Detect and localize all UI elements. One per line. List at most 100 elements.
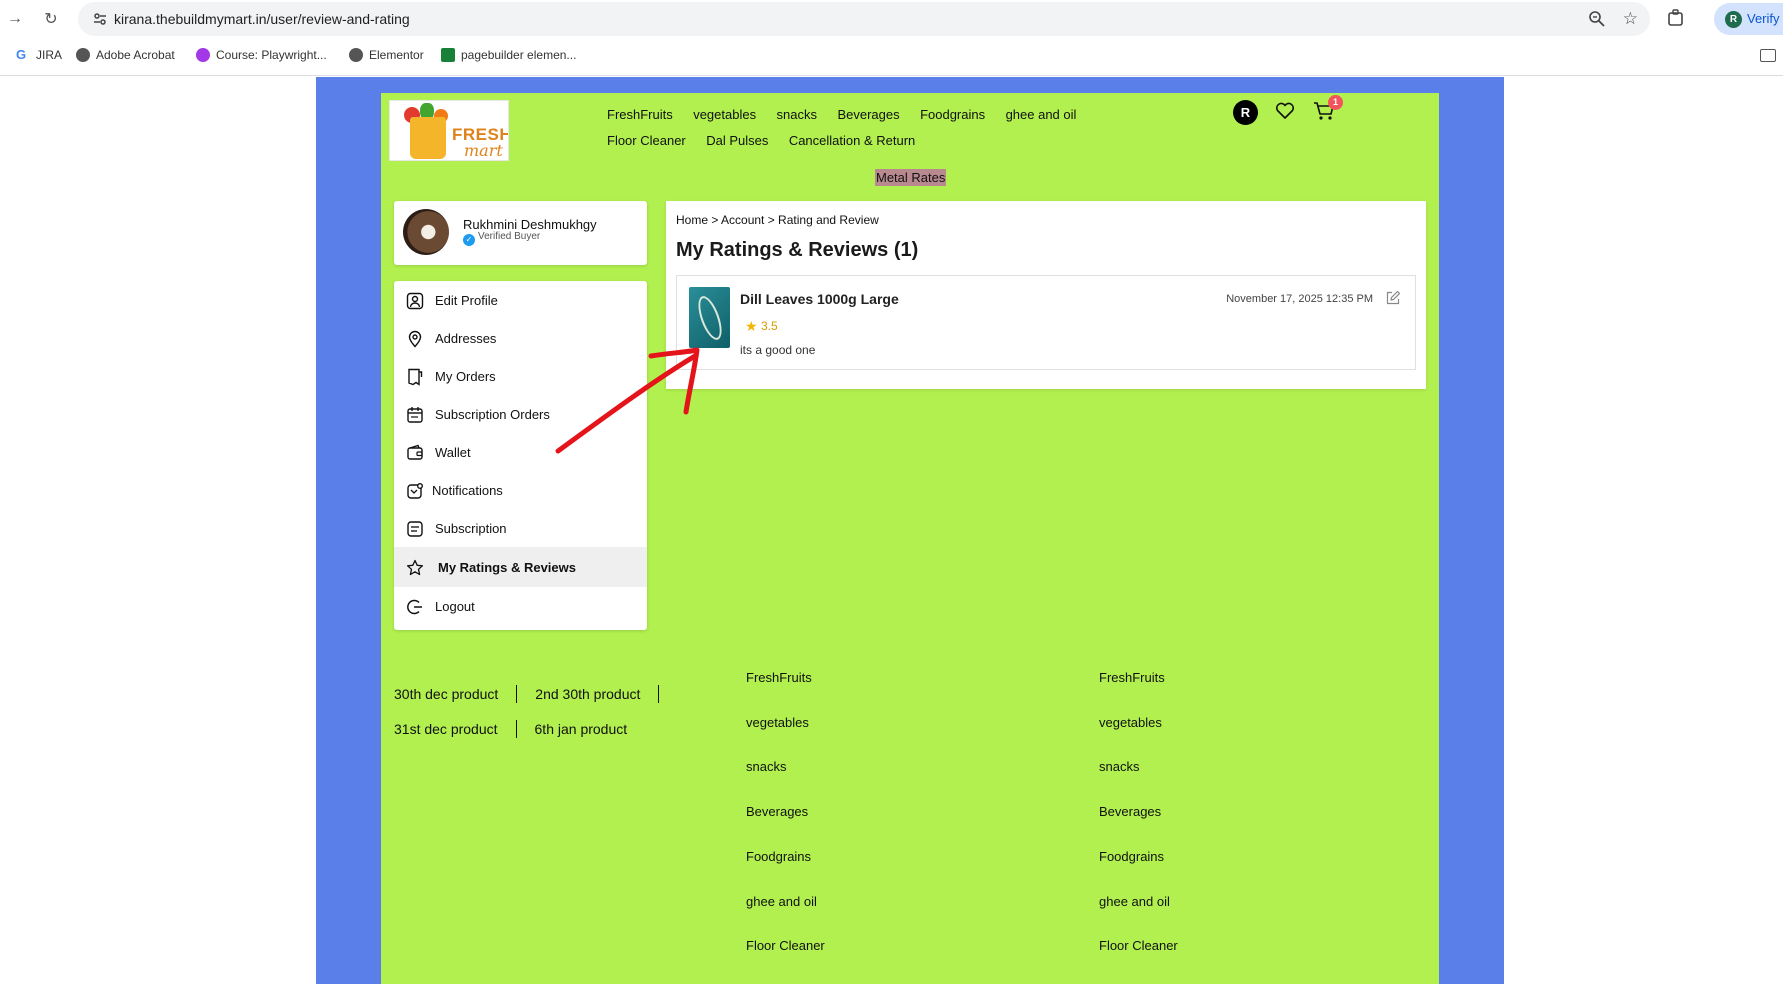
profile-card: Rukhmini Deshmukhgy ✓ Verified Buyer bbox=[394, 201, 647, 265]
nav-foodgrains[interactable]: Foodgrains bbox=[920, 102, 985, 128]
calendar-icon bbox=[407, 407, 423, 423]
footer-link-foodgrains[interactable]: Foodgrains bbox=[746, 849, 811, 864]
footer-link-beverages[interactable]: Beverages bbox=[746, 804, 808, 819]
google-icon: G bbox=[16, 47, 27, 62]
shopping-bag-icon bbox=[410, 117, 446, 159]
edit-review-icon[interactable] bbox=[1385, 290, 1401, 306]
orders-icon bbox=[408, 368, 423, 386]
zoom-icon[interactable] bbox=[1588, 10, 1606, 28]
course-icon bbox=[196, 48, 210, 62]
metal-rates-link[interactable]: Metal Rates bbox=[875, 169, 947, 186]
menu-item-notifications[interactable]: Notifications bbox=[394, 471, 647, 509]
verified-check-icon: ✓ bbox=[463, 234, 475, 246]
menu-item-subscription[interactable]: Subscription bbox=[394, 509, 647, 547]
menu-item-addresses[interactable]: Addresses bbox=[394, 319, 647, 357]
footer-quick-link[interactable]: 6th jan product bbox=[535, 721, 628, 737]
footer-link-floor-cleaner[interactable]: Floor Cleaner bbox=[746, 938, 825, 953]
menu-item-my-orders[interactable]: My Orders bbox=[394, 357, 647, 395]
footer-link-vegetables[interactable]: vegetables bbox=[1099, 715, 1162, 730]
ratings-content-panel: Home > Account > Rating and Review My Ra… bbox=[666, 201, 1426, 389]
nav-freshfruits[interactable]: FreshFruits bbox=[607, 102, 673, 128]
bookmark-jira[interactable]: G JIRA bbox=[16, 47, 62, 63]
globe-icon bbox=[349, 48, 363, 62]
other-bookmarks-folder-icon[interactable] bbox=[1760, 49, 1776, 62]
footer-quick-links-row-2: 31st dec product 6th jan product bbox=[394, 720, 627, 738]
menu-item-subscription-orders[interactable]: Subscription Orders bbox=[394, 395, 647, 433]
footer-divider bbox=[515, 720, 517, 738]
user-icon bbox=[406, 292, 424, 310]
bookmark-pagebuilder[interactable]: pagebuilder elemen... bbox=[441, 48, 576, 62]
review-item: Dill Leaves 1000g Large ★ 3.5 its a good… bbox=[676, 275, 1416, 370]
bookmark-adobe-acrobat[interactable]: Adobe Acrobat bbox=[76, 48, 175, 62]
site-settings-icon[interactable] bbox=[92, 11, 108, 27]
wallet-icon bbox=[407, 444, 423, 460]
footer-link-ghee-and-oil[interactable]: ghee and oil bbox=[1099, 894, 1170, 909]
notification-icon bbox=[407, 483, 423, 499]
profile-name: Rukhmini Deshmukhgy bbox=[463, 217, 597, 232]
footer-divider bbox=[516, 685, 518, 703]
breadcrumb[interactable]: Home > Account > Rating and Review bbox=[676, 213, 879, 227]
sheets-icon bbox=[441, 48, 455, 62]
site-logo[interactable]: FRESH mart bbox=[389, 100, 509, 161]
nav-vegetables[interactable]: vegetables bbox=[693, 102, 756, 128]
main-nav: FreshFruits vegetables snacks Beverages … bbox=[607, 102, 1167, 154]
nav-beverages[interactable]: Beverages bbox=[837, 102, 899, 128]
footer-link-snacks[interactable]: snacks bbox=[1099, 759, 1139, 774]
footer-quick-links-row-1: 30th dec product 2nd 30th product bbox=[394, 685, 677, 703]
footer-link-floor-cleaner[interactable]: Floor Cleaner bbox=[1099, 938, 1178, 953]
site-container: FRESH mart FreshFruits vegetables snacks… bbox=[381, 93, 1439, 984]
globe-icon bbox=[76, 48, 90, 62]
profile-photo bbox=[403, 209, 449, 255]
menu-item-logout[interactable]: Logout bbox=[394, 587, 647, 625]
footer-quick-link[interactable]: 2nd 30th product bbox=[535, 686, 640, 702]
profile-label: Verify bbox=[1747, 11, 1780, 26]
forward-icon[interactable]: → bbox=[4, 8, 26, 30]
bookmark-elementor[interactable]: Elementor bbox=[349, 48, 424, 62]
footer-link-ghee-and-oil[interactable]: ghee and oil bbox=[746, 894, 817, 909]
extensions-icon[interactable] bbox=[1666, 8, 1686, 28]
account-menu: Edit Profile Addresses My Orders Subscri… bbox=[394, 281, 647, 630]
menu-item-my-ratings-reviews[interactable]: My Ratings & Reviews bbox=[394, 547, 647, 587]
logo-text-mart: mart bbox=[464, 141, 503, 160]
profile-avatar-icon: R bbox=[1725, 11, 1742, 28]
footer-link-vegetables[interactable]: vegetables bbox=[746, 715, 809, 730]
profile-button[interactable]: R Verify bbox=[1714, 3, 1783, 35]
nav-snacks[interactable]: snacks bbox=[777, 102, 817, 128]
wishlist-heart-icon[interactable] bbox=[1275, 102, 1295, 120]
review-date: November 17, 2025 12:35 PM bbox=[1226, 293, 1373, 305]
review-product-name[interactable]: Dill Leaves 1000g Large bbox=[740, 291, 899, 307]
footer-link-freshfruits[interactable]: FreshFruits bbox=[1099, 670, 1165, 685]
footer-link-snacks[interactable]: snacks bbox=[746, 759, 786, 774]
nav-floor-cleaner[interactable]: Floor Cleaner bbox=[607, 128, 686, 154]
bookmark-course-playwright[interactable]: Course: Playwright... bbox=[196, 48, 327, 62]
star-filled-icon: ★ bbox=[745, 318, 758, 334]
product-thumbnail[interactable] bbox=[689, 287, 730, 348]
menu-item-edit-profile[interactable]: Edit Profile bbox=[394, 281, 647, 319]
nav-cancellation-return[interactable]: Cancellation & Return bbox=[789, 128, 915, 154]
menu-item-wallet[interactable]: Wallet bbox=[394, 433, 647, 471]
verified-label: Verified Buyer bbox=[478, 231, 541, 242]
address-bar[interactable]: kirana.thebuildmymart.in/user/review-and… bbox=[78, 2, 1650, 36]
footer-link-freshfruits[interactable]: FreshFruits bbox=[746, 670, 812, 685]
footer-link-beverages[interactable]: Beverages bbox=[1099, 804, 1161, 819]
cart-count-badge: 1 bbox=[1328, 95, 1343, 110]
browser-toolbar: → ↻ kirana.thebuildmymart.in/user/review… bbox=[0, 0, 1783, 38]
review-rating: 3.5 bbox=[761, 319, 778, 333]
review-text: its a good one bbox=[740, 343, 816, 357]
nav-ghee-and-oil[interactable]: ghee and oil bbox=[1006, 102, 1077, 128]
subscription-icon bbox=[407, 521, 423, 537]
nav-dal-pulses[interactable]: Dal Pulses bbox=[706, 128, 768, 154]
url-text[interactable]: kirana.thebuildmymart.in/user/review-and… bbox=[114, 11, 410, 27]
page-title: My Ratings & Reviews (1) bbox=[676, 239, 919, 261]
footer-link-foodgrains[interactable]: Foodgrains bbox=[1099, 849, 1164, 864]
bookmark-star-icon[interactable]: ☆ bbox=[1623, 9, 1638, 29]
footer-quick-link[interactable]: 30th dec product bbox=[394, 686, 498, 702]
star-outline-icon bbox=[406, 559, 424, 576]
bookmarks-bar: G JIRA Adobe Acrobat Course: Playwright.… bbox=[0, 38, 1783, 76]
reload-icon[interactable]: ↻ bbox=[40, 8, 62, 30]
footer-divider bbox=[658, 685, 660, 703]
logout-icon bbox=[407, 599, 422, 615]
user-avatar[interactable]: R bbox=[1233, 100, 1258, 125]
location-pin-icon bbox=[408, 330, 422, 348]
footer-quick-link[interactable]: 31st dec product bbox=[394, 721, 498, 737]
